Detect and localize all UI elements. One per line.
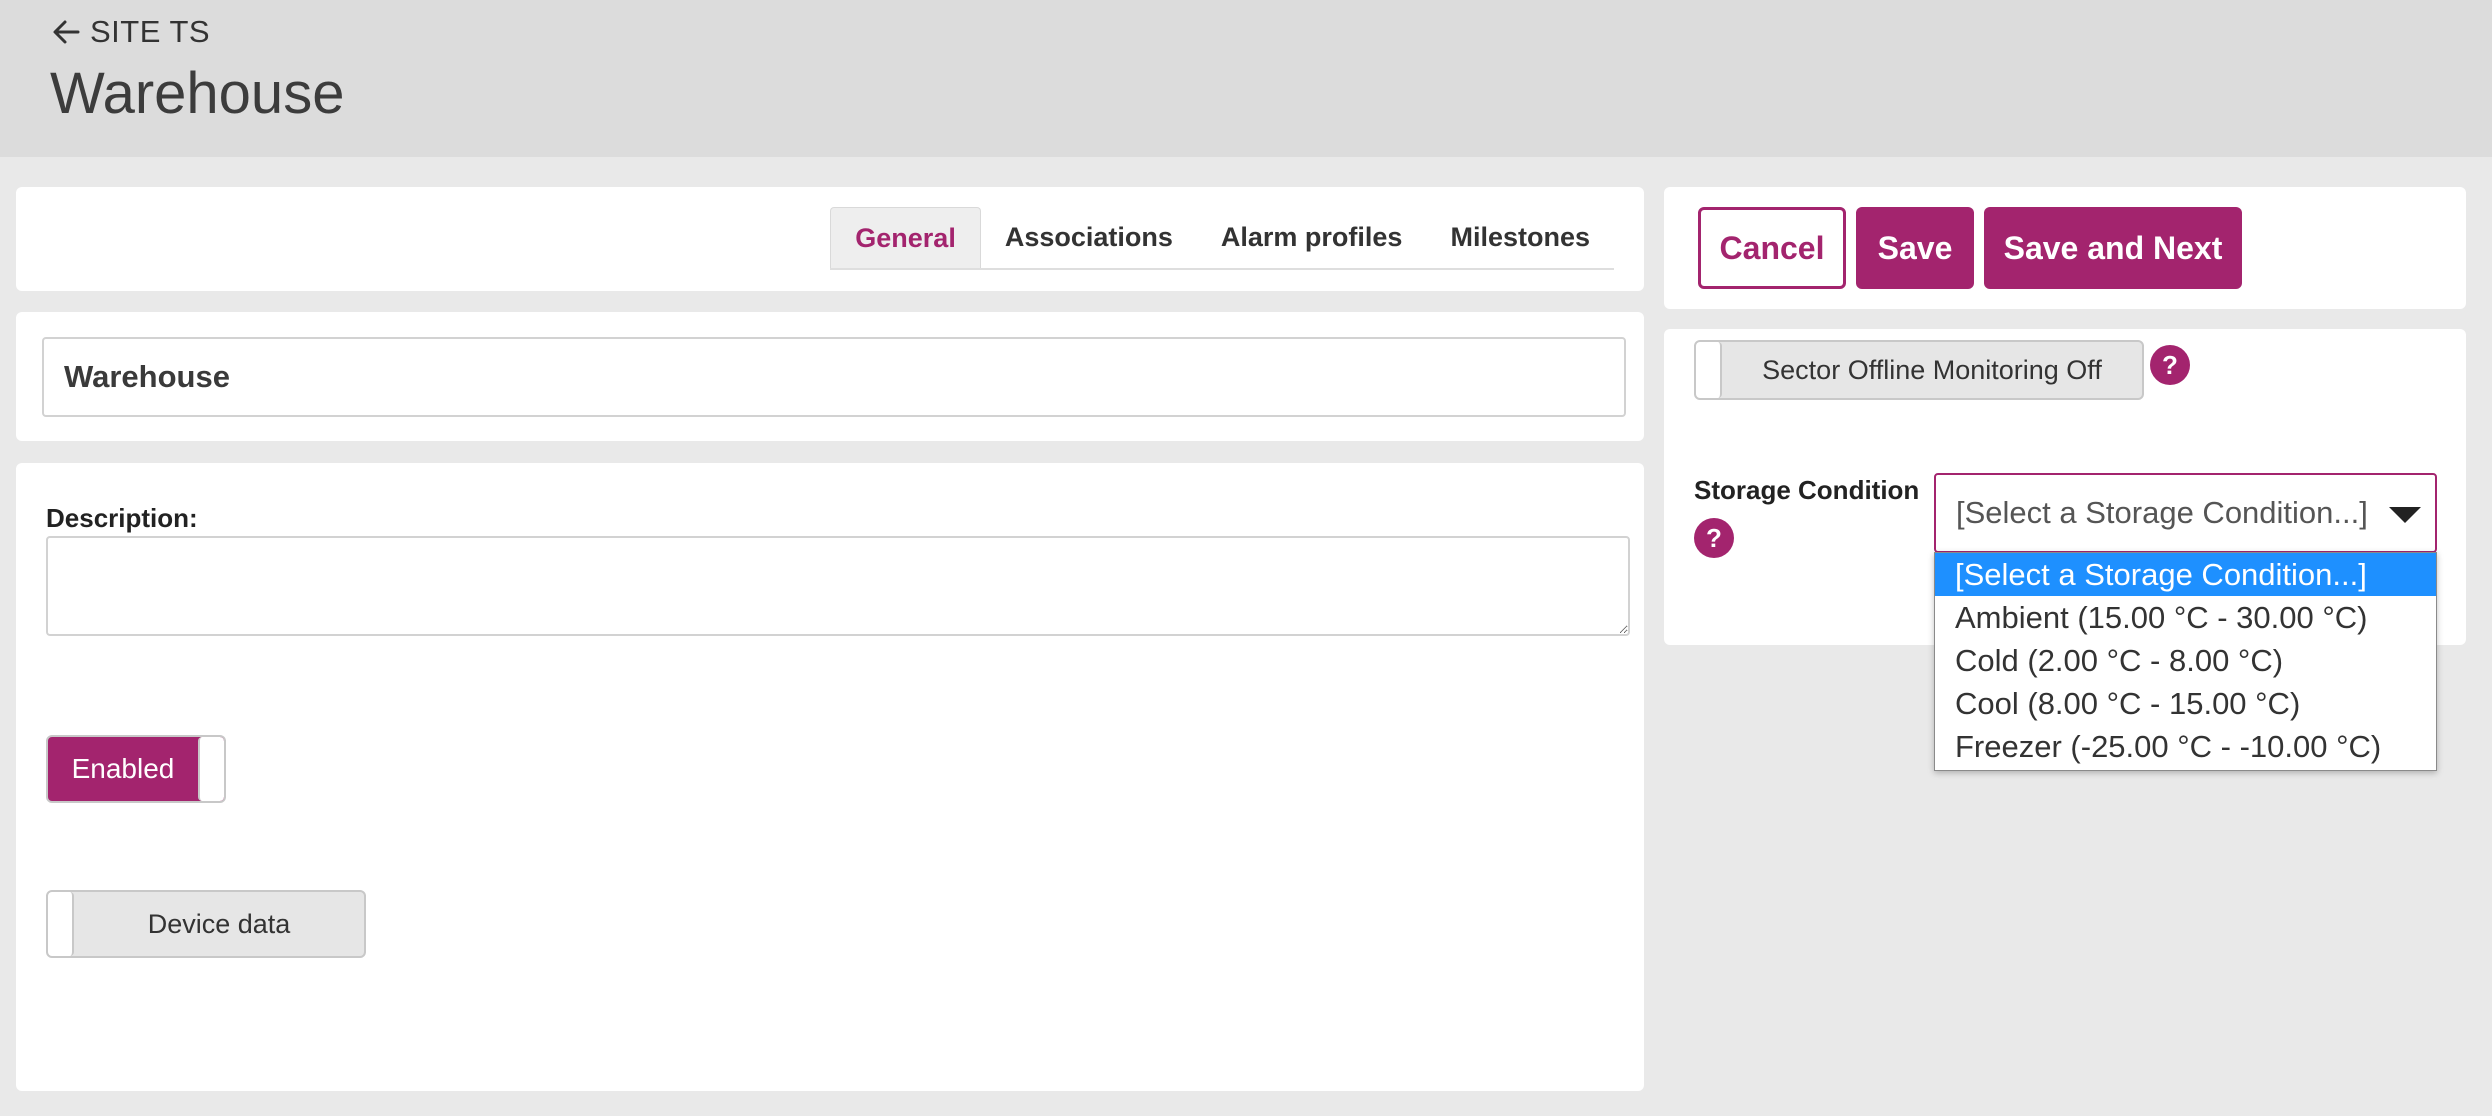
- sector-offline-monitoring-toggle[interactable]: Sector Offline Monitoring Off: [1694, 340, 2144, 400]
- sector-toggle-knob: [1696, 342, 1722, 398]
- arrow-left-icon: [53, 20, 80, 44]
- caret-down-icon: [2389, 507, 2421, 523]
- storage-condition-label: Storage Condition: [1694, 475, 1920, 505]
- tab-general[interactable]: General: [830, 207, 981, 268]
- back-link[interactable]: SITE TS: [50, 14, 210, 50]
- device-data-toggle-label: Device data: [147, 908, 291, 939]
- storage-condition-select[interactable]: [Select a Storage Condition...]: [1934, 473, 2437, 553]
- storage-option-cold[interactable]: Cold (2.00 °C - 8.00 °C): [1935, 639, 2436, 682]
- storage-condition-selected-value: [Select a Storage Condition...]: [1956, 495, 2368, 530]
- back-link-label: SITE TS: [90, 14, 211, 49]
- device-data-toggle[interactable]: Device data: [46, 890, 366, 958]
- actions-card: Cancel Save Save and Next: [1664, 187, 2466, 309]
- enabled-toggle[interactable]: Enabled: [46, 735, 226, 803]
- storage-option-cool[interactable]: Cool (8.00 °C - 15.00 °C): [1935, 682, 2436, 725]
- form-card: Description: Enabled Device data: [16, 463, 1644, 1091]
- page-header: SITE TS Warehouse: [0, 0, 2492, 157]
- storage-option-placeholder[interactable]: [Select a Storage Condition...]: [1935, 553, 2436, 596]
- sector-toggle-label: Sector Offline Monitoring Off: [1762, 354, 2102, 385]
- tab-alarm-profiles[interactable]: Alarm profiles: [1197, 207, 1427, 268]
- enabled-toggle-knob: [198, 737, 224, 801]
- name-card: [16, 312, 1644, 441]
- tab-associations[interactable]: Associations: [981, 207, 1197, 268]
- page-title: Warehouse: [50, 61, 345, 126]
- description-label: Description:: [46, 503, 198, 533]
- device-data-toggle-knob: [48, 892, 74, 956]
- tabs-card: General Associations Alarm profiles Mile…: [16, 187, 1644, 291]
- storage-option-freezer[interactable]: Freezer (-25.00 °C - -10.00 °C): [1935, 725, 2436, 768]
- storage-option-ambient[interactable]: Ambient (15.00 °C - 30.00 °C): [1935, 596, 2436, 639]
- sector-help-icon[interactable]: ?: [2150, 345, 2190, 385]
- tab-bar: General Associations Alarm profiles Mile…: [830, 207, 1614, 270]
- enabled-toggle-label: Enabled: [71, 753, 175, 784]
- storage-help-icon[interactable]: ?: [1694, 518, 1734, 558]
- cancel-button[interactable]: Cancel: [1698, 207, 1846, 289]
- save-button[interactable]: Save: [1856, 207, 1974, 289]
- name-input[interactable]: [42, 337, 1626, 417]
- description-textarea[interactable]: [46, 536, 1630, 636]
- tab-milestones[interactable]: Milestones: [1426, 207, 1614, 268]
- save-and-next-button[interactable]: Save and Next: [1984, 207, 2242, 289]
- storage-condition-dropdown: [Select a Storage Condition...] Ambient …: [1934, 552, 2437, 771]
